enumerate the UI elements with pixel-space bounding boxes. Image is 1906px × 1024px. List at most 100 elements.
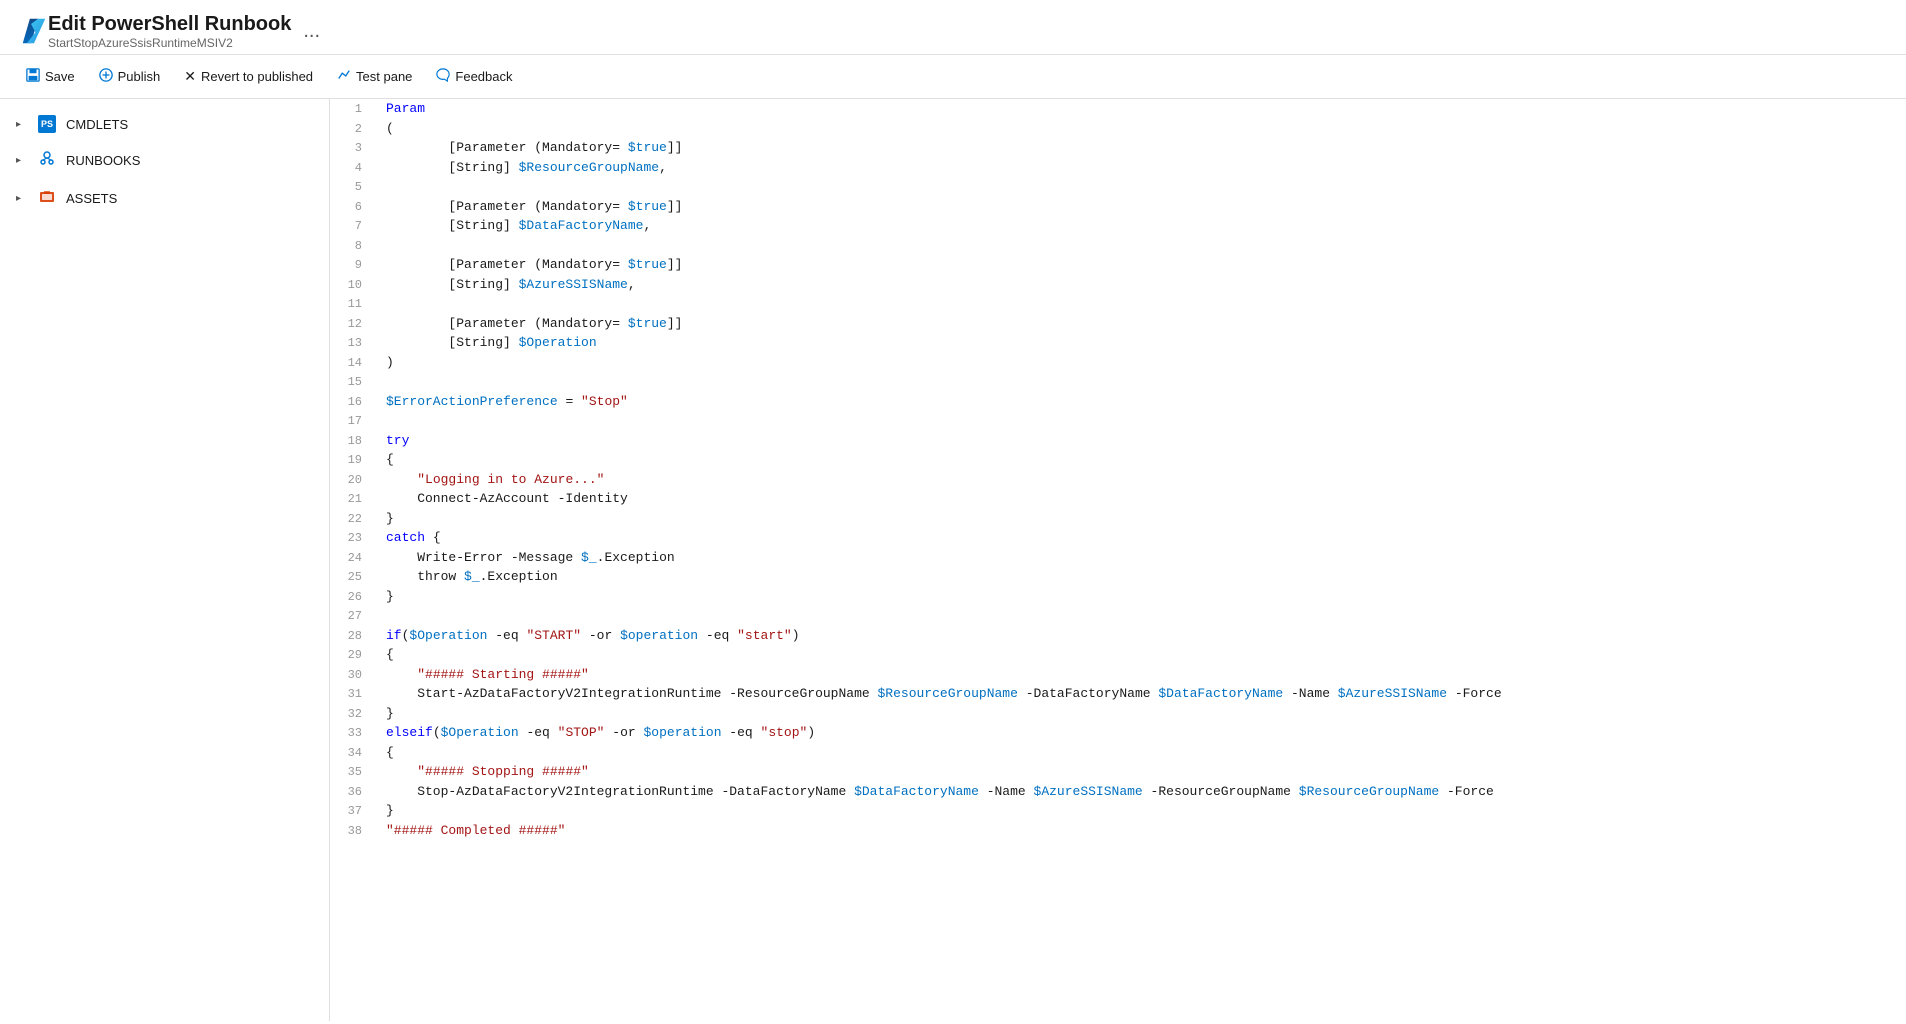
line-code[interactable]: Start-AzDataFactoryV2IntegrationRuntime … [378, 684, 1906, 704]
page-title: Edit PowerShell Runbook [48, 12, 291, 36]
sidebar-item-cmdlets[interactable]: ▸ PS CMDLETS [0, 107, 329, 141]
line-code[interactable]: Connect-AzAccount -Identity [378, 489, 1906, 509]
table-row: 5 [330, 177, 1906, 197]
line-code[interactable]: $ErrorActionPreference = "Stop" [378, 392, 1906, 412]
feedback-label: Feedback [455, 69, 512, 84]
line-code[interactable]: [Parameter (Mandatory= $true]] [378, 197, 1906, 217]
table-row: 8 [330, 236, 1906, 256]
line-number: 13 [330, 333, 378, 353]
table-row: 4 [String] $ResourceGroupName, [330, 158, 1906, 178]
table-row: 13 [String] $Operation [330, 333, 1906, 353]
sidebar-item-label: RUNBOOKS [66, 153, 140, 168]
line-code[interactable]: "##### Completed #####" [378, 821, 1906, 841]
line-code[interactable]: [Parameter (Mandatory= $true]] [378, 138, 1906, 158]
line-number: 33 [330, 723, 378, 743]
line-code[interactable]: "Logging in to Azure..." [378, 470, 1906, 490]
line-number: 18 [330, 431, 378, 451]
line-code[interactable]: { [378, 743, 1906, 763]
table-row: 32} [330, 704, 1906, 724]
azure-logo [20, 17, 48, 45]
main-layout: ▸ PS CMDLETS ▸ RUNBOOKS ▸ [0, 99, 1906, 1021]
line-code[interactable]: [Parameter (Mandatory= $true]] [378, 314, 1906, 334]
code-table: 1Param2(3 [Parameter (Mandatory= $true]]… [330, 99, 1906, 840]
table-row: 19{ [330, 450, 1906, 470]
line-number: 2 [330, 119, 378, 139]
testpane-button[interactable]: Test pane [327, 63, 422, 90]
line-number: 11 [330, 294, 378, 314]
line-code[interactable]: [String] $DataFactoryName, [378, 216, 1906, 236]
line-code[interactable]: "##### Stopping #####" [378, 762, 1906, 782]
line-code[interactable]: { [378, 450, 1906, 470]
line-code[interactable] [378, 411, 1906, 431]
line-code[interactable]: [String] $Operation [378, 333, 1906, 353]
line-number: 30 [330, 665, 378, 685]
line-number: 12 [330, 314, 378, 334]
table-row: 36 Stop-AzDataFactoryV2IntegrationRuntim… [330, 782, 1906, 802]
line-code[interactable]: } [378, 509, 1906, 529]
line-code[interactable] [378, 294, 1906, 314]
table-row: 35 "##### Stopping #####" [330, 762, 1906, 782]
line-code[interactable]: try [378, 431, 1906, 451]
line-code[interactable]: ) [378, 353, 1906, 373]
table-row: 3 [Parameter (Mandatory= $true]] [330, 138, 1906, 158]
line-code[interactable]: [String] $AzureSSISName, [378, 275, 1906, 295]
line-code[interactable]: ( [378, 119, 1906, 139]
line-code[interactable]: [String] $ResourceGroupName, [378, 158, 1906, 178]
table-row: 14) [330, 353, 1906, 373]
line-code[interactable]: Stop-AzDataFactoryV2IntegrationRuntime -… [378, 782, 1906, 802]
table-row: 34{ [330, 743, 1906, 763]
line-number: 7 [330, 216, 378, 236]
code-editor[interactable]: 1Param2(3 [Parameter (Mandatory= $true]]… [330, 99, 1906, 1021]
table-row: 20 "Logging in to Azure..." [330, 470, 1906, 490]
line-number: 28 [330, 626, 378, 646]
sidebar-item-label: CMDLETS [66, 117, 128, 132]
line-number: 26 [330, 587, 378, 607]
revert-button[interactable]: ✕ Revert to published [174, 63, 323, 90]
table-row: 7 [String] $DataFactoryName, [330, 216, 1906, 236]
sidebar-item-assets[interactable]: ▸ ASSETS [0, 180, 329, 217]
save-button[interactable]: Save [16, 63, 85, 90]
more-button[interactable]: ... [303, 21, 320, 41]
line-code[interactable]: Param [378, 99, 1906, 119]
chevron-right-icon: ▸ [16, 155, 28, 166]
cmdlets-icon: PS [38, 115, 56, 133]
table-row: 27 [330, 606, 1906, 626]
table-row: 24 Write-Error -Message $_.Exception [330, 548, 1906, 568]
line-code[interactable] [378, 177, 1906, 197]
line-number: 35 [330, 762, 378, 782]
table-row: 1Param [330, 99, 1906, 119]
line-number: 29 [330, 645, 378, 665]
line-code[interactable]: } [378, 587, 1906, 607]
table-row: 25 throw $_.Exception [330, 567, 1906, 587]
line-code[interactable] [378, 236, 1906, 256]
line-number: 9 [330, 255, 378, 275]
feedback-button[interactable]: Feedback [426, 63, 522, 90]
line-number: 31 [330, 684, 378, 704]
line-code[interactable]: "##### Starting #####" [378, 665, 1906, 685]
table-row: 11 [330, 294, 1906, 314]
line-code[interactable]: Write-Error -Message $_.Exception [378, 548, 1906, 568]
table-row: 38"##### Completed #####" [330, 821, 1906, 841]
table-row: 17 [330, 411, 1906, 431]
publish-button[interactable]: Publish [89, 63, 171, 90]
line-code[interactable]: elseif($Operation -eq "STOP" -or $operat… [378, 723, 1906, 743]
line-number: 27 [330, 606, 378, 626]
header: Edit PowerShell Runbook StartStopAzureSs… [0, 0, 1906, 55]
line-number: 1 [330, 99, 378, 119]
line-code[interactable]: } [378, 801, 1906, 821]
revert-icon: ✕ [184, 68, 196, 85]
line-number: 16 [330, 392, 378, 412]
line-code[interactable] [378, 372, 1906, 392]
line-code[interactable]: catch { [378, 528, 1906, 548]
testpane-label: Test pane [356, 69, 412, 84]
line-code[interactable] [378, 606, 1906, 626]
line-number: 20 [330, 470, 378, 490]
line-code[interactable]: throw $_.Exception [378, 567, 1906, 587]
sidebar-item-runbooks[interactable]: ▸ RUNBOOKS [0, 141, 329, 180]
table-row: 18try [330, 431, 1906, 451]
line-code[interactable]: if($Operation -eq "START" -or $operation… [378, 626, 1906, 646]
line-code[interactable]: { [378, 645, 1906, 665]
line-code[interactable]: } [378, 704, 1906, 724]
line-code[interactable]: [Parameter (Mandatory= $true]] [378, 255, 1906, 275]
table-row: 33elseif($Operation -eq "STOP" -or $oper… [330, 723, 1906, 743]
